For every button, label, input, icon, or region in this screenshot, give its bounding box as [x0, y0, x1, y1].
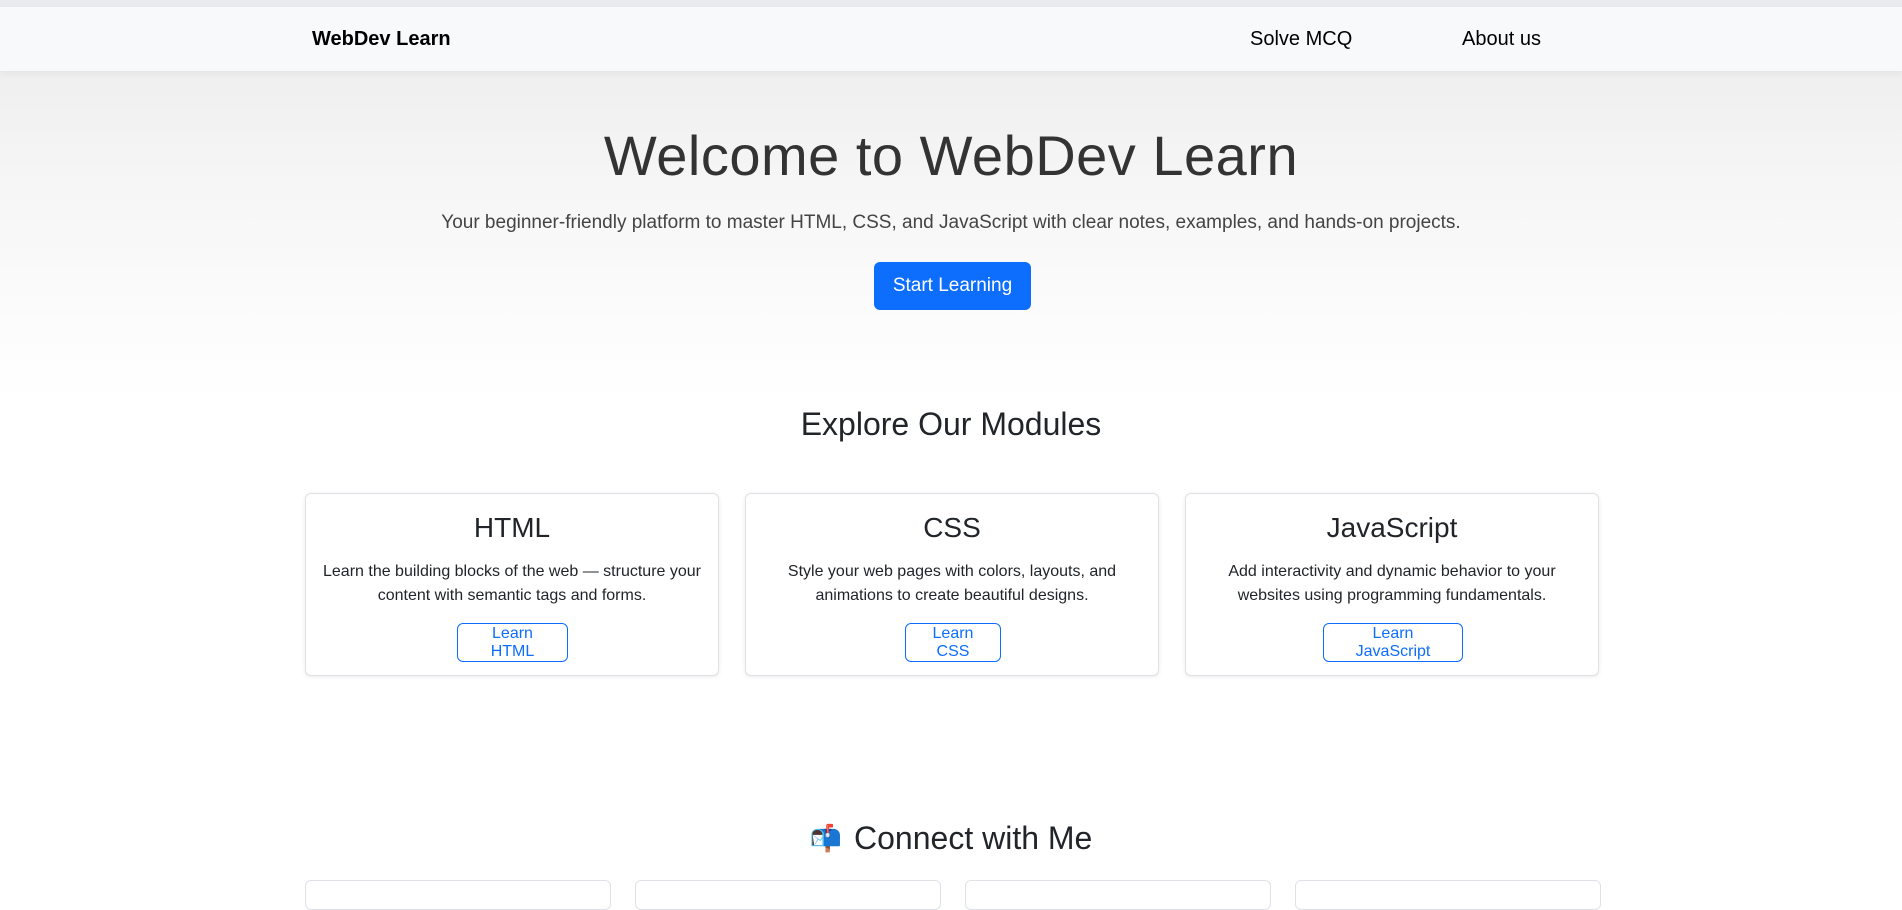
- learn-html-button[interactable]: Learn HTML: [457, 623, 568, 662]
- connect-card: [635, 880, 941, 910]
- top-strip: [0, 0, 1902, 7]
- hero-section: Welcome to WebDev Learn Your beginner-fr…: [0, 71, 1902, 401]
- card-title: HTML: [473, 512, 551, 543]
- module-card-javascript: JavaScript Add interactivity and dynamic…: [1185, 493, 1599, 676]
- connect-heading-text: Connect with Me: [854, 820, 1093, 856]
- connect-heading: 📬 Connect with Me: [0, 820, 1902, 857]
- card-title: JavaScript: [1326, 512, 1458, 543]
- start-learning-button[interactable]: Start Learning: [874, 262, 1031, 310]
- card-title: CSS: [923, 512, 981, 543]
- connect-card: [1295, 880, 1601, 910]
- hero-subtitle: Your beginner-friendly platform to maste…: [441, 212, 1461, 233]
- brand-logo[interactable]: WebDev Learn: [312, 7, 451, 71]
- hero-title: Welcome to WebDev Learn: [603, 124, 1299, 187]
- nav-link-about-us[interactable]: About us: [1462, 7, 1541, 71]
- learn-javascript-button[interactable]: Learn JavaScript: [1323, 623, 1463, 662]
- module-card-css: CSS Style your web pages with colors, la…: [745, 493, 1159, 676]
- connect-card: [305, 880, 611, 910]
- mailbox-icon: 📬: [809, 823, 843, 853]
- connect-card: [965, 880, 1271, 910]
- learn-css-button[interactable]: Learn CSS: [905, 623, 1001, 662]
- card-text: Learn the building blocks of the web — s…: [323, 563, 701, 604]
- nav-link-solve-mcq[interactable]: Solve MCQ: [1250, 7, 1352, 71]
- navbar: WebDev Learn Solve MCQ About us: [0, 7, 1902, 71]
- card-text: Style your web pages with colors, layout…: [787, 563, 1117, 604]
- module-card-html: HTML Learn the building blocks of the we…: [305, 493, 719, 676]
- modules-heading: Explore Our Modules: [800, 406, 1102, 442]
- card-text: Add interactivity and dynamic behavior t…: [1228, 563, 1556, 604]
